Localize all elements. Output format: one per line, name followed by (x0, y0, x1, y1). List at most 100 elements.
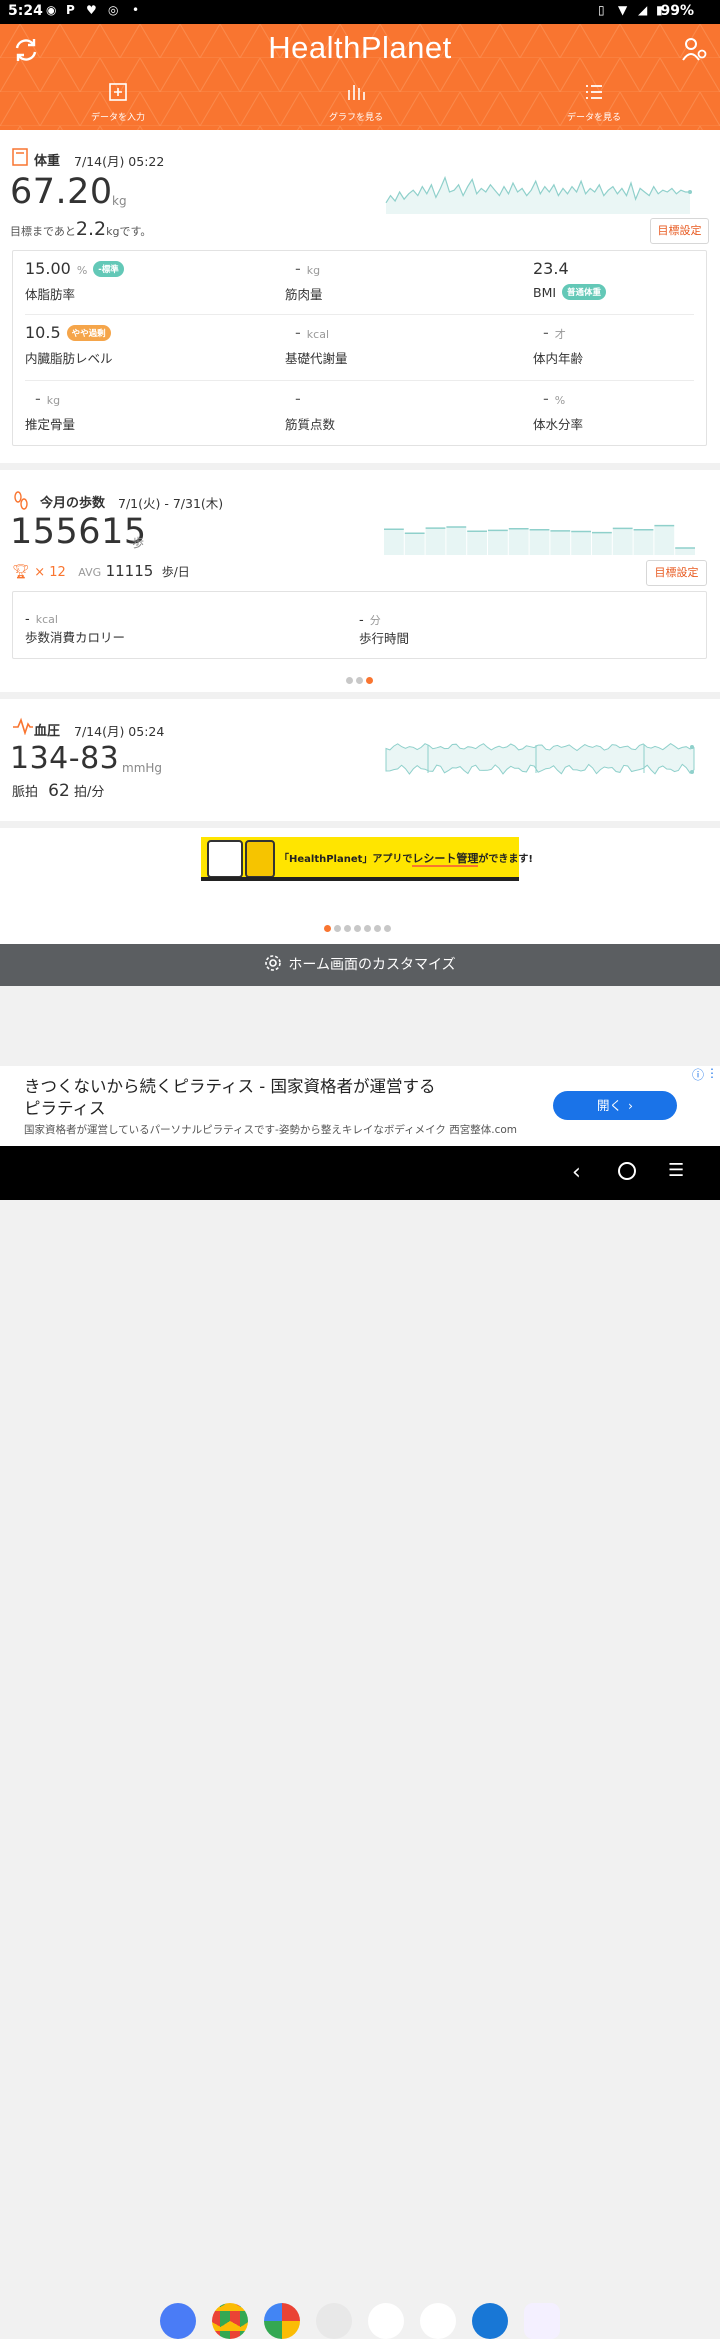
banner-page-indicator[interactable] (322, 917, 392, 936)
steps-bar (654, 525, 675, 555)
bp-title: 血圧 (34, 724, 61, 739)
camera-icon[interactable] (316, 2303, 352, 2339)
walking-time-metric: -分 歩行時間 (359, 613, 410, 646)
ad-banner[interactable]: きつくないから続くピラティス - 国家資格者が運営する ピラティス 国家資格者が… (0, 1066, 720, 1146)
steps-page-indicator[interactable] (344, 669, 374, 688)
ad-title: きつくないから続くピラティス - 国家資格者が運営する ピラティス (24, 1077, 436, 1118)
steps-title: 今月の歩数 (40, 496, 106, 511)
gallery-icon[interactable] (368, 2303, 404, 2339)
footprint-icon (14, 491, 28, 510)
ad-description: 国家資格者が運営しているパーソナルピラティスです-姿勢から整えキレイなボディメイ… (24, 1124, 517, 1136)
nav-input-data[interactable]: データを入力 (58, 82, 178, 123)
steps-calorie-metric: - kcal 歩数消費カロリー (25, 612, 126, 645)
steps-metrics-grid: - kcal 歩数消費カロリー -分 歩行時間 (12, 591, 707, 659)
steps-bar (675, 548, 695, 555)
banner-card: 「HealthPlanet」アプリでレシート管理ができます! (0, 828, 720, 944)
nav-view-data[interactable]: データを見る (534, 82, 654, 123)
weight-metric: - 筋質点数 (285, 389, 336, 432)
status-badge: やや過剰 (66, 325, 111, 341)
pulse-unit: 拍/分 (73, 785, 105, 800)
steps-bar (384, 529, 404, 555)
steps-card[interactable]: 今月の歩数 7/1(火) - 7/31(木) 155615 歩 🏆︎ × 12 … (0, 470, 720, 692)
settings-icon[interactable] (472, 2303, 508, 2339)
avg-value: 11115 (105, 562, 154, 580)
app-logo: HealthPlanet (268, 30, 452, 65)
sparkline-area (386, 177, 690, 214)
steps-date: 7/1(火) - 7/31(木) (118, 496, 224, 511)
steps-goal-button[interactable]: 目標設定 (646, 560, 707, 586)
steps-stats: 🏆︎ × 12 AVG 11115 歩/日 (12, 562, 190, 580)
status-bar: 5:24 ◉ P ♥ ◎ • ▯ ▼ ◢ ▮ 99% (0, 0, 720, 24)
steps-value: 155615 (10, 512, 147, 552)
photos-icon[interactable] (264, 2303, 300, 2339)
steps-bar (467, 531, 487, 555)
steps-unit: 歩 (132, 536, 145, 550)
steps-bar (592, 532, 612, 555)
signal-icon: ◢ (638, 3, 648, 17)
ad-more-icon[interactable]: ⋮ (706, 1066, 718, 1080)
divider (25, 380, 694, 381)
weight-title: 体重 (34, 154, 61, 169)
steps-bar (404, 533, 425, 555)
goal-remaining: 目標まであと2.2kgです。 (10, 218, 152, 240)
chrome-icon[interactable] (212, 2303, 248, 2339)
bp-date: 7/14(月) 05:24 (74, 724, 165, 739)
user-settings-icon[interactable] (680, 36, 708, 68)
steps-bar (446, 527, 467, 555)
weight-metric: 10.5 やや過剰 内臓脂肪レベル (25, 323, 113, 366)
ad-open-button[interactable]: 開く › (553, 1091, 677, 1120)
weight-metric: - kg 推定骨量 (25, 389, 76, 432)
weight-unit: kg (112, 194, 127, 208)
bar-chart-icon (348, 85, 365, 100)
nav-input-label: データを入力 (90, 113, 145, 123)
receipt-banner[interactable]: 「HealthPlanet」アプリでレシート管理ができます! (201, 837, 533, 881)
avg-label: AVG (78, 566, 102, 579)
bp-chart (385, 742, 695, 775)
steps-bar (508, 528, 529, 555)
home-icon[interactable] (618, 1162, 636, 1180)
bp-end-point (690, 770, 694, 774)
heartbeat-icon (13, 717, 33, 735)
weight-metric: 15.00% -標準 体脂肪率 (25, 259, 265, 303)
weight-value: 67.20 (10, 172, 113, 212)
bp-value: 134-83 (10, 741, 120, 776)
phone-illustration (207, 840, 243, 878)
blood-pressure-card[interactable]: 血圧 7/14(月) 05:24 134-83 mmHg 脈拍 62 拍/分 (0, 699, 720, 821)
nav-view-graph[interactable]: グラフを見る (296, 82, 416, 123)
maps-icon[interactable] (420, 2303, 456, 2339)
weight-card[interactable]: 体重 7/14(月) 05:22 67.20 kg 目標まであと2.2kgです。… (0, 130, 720, 463)
heart-icon: ♥ (86, 3, 97, 17)
android-nav-bar: ‹ ☰ (0, 1146, 720, 2339)
app-header: HealthPlanet データを入力 グラフを見る データを見る (0, 24, 720, 130)
app-drawer-icon[interactable] (524, 2303, 560, 2339)
plus-square-icon (109, 83, 127, 101)
bp-unit: mmHg (122, 761, 163, 775)
steps-bar (529, 529, 550, 555)
ad-info-icon[interactable]: ⓘ (692, 1066, 704, 1083)
p-icon: P (66, 3, 75, 17)
assistant-app-icon[interactable] (160, 2303, 196, 2339)
steps-bar (488, 530, 508, 555)
gear-icon (264, 947, 282, 989)
pulse-label: 脈拍 (12, 785, 39, 800)
banner-text: 「HealthPlanet」アプリでレシート管理ができます! (279, 852, 533, 867)
weight-metric: - kcal 基礎代謝量 (285, 323, 348, 366)
weight-date: 7/14(月) 05:22 (74, 154, 165, 169)
dot-icon: • (132, 3, 140, 17)
steps-bar (612, 528, 633, 555)
weight-metric: - 才体内年齢 (533, 323, 584, 366)
divider (25, 314, 694, 315)
weight-metric: - kg 筋肉量 (285, 259, 323, 302)
recents-icon[interactable]: ☰ (668, 1160, 684, 1181)
wifi-icon: ▼ (618, 3, 628, 17)
weight-goal-button[interactable]: 目標設定 (650, 218, 709, 244)
scale-icon (12, 148, 28, 166)
steps-bar (633, 529, 654, 555)
back-icon[interactable]: ‹ (572, 1160, 581, 1185)
customize-home-button[interactable]: ホーム画面のカスタマイズ (0, 944, 720, 986)
nav-data-label: データを見る (566, 113, 621, 123)
bp-band (385, 742, 695, 775)
phone-illustration (245, 840, 275, 878)
status-badge: -標準 (93, 261, 124, 277)
chevron-right-icon: › (628, 1098, 633, 1113)
